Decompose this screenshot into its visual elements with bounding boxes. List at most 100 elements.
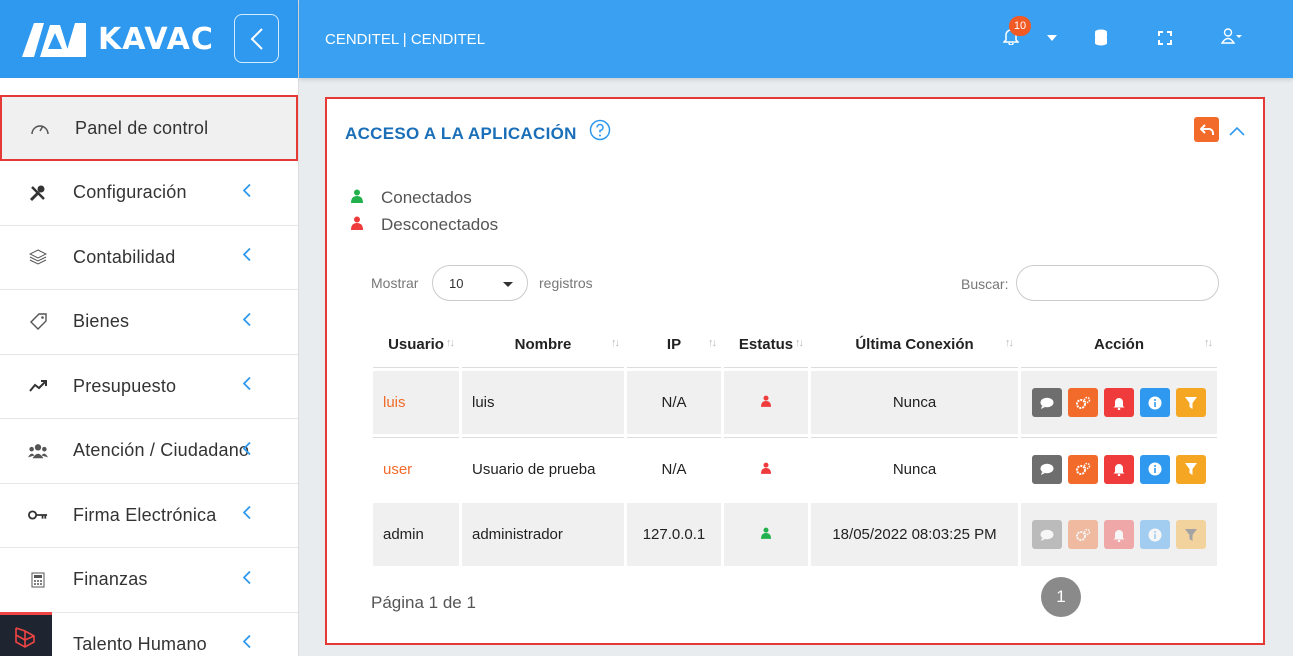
sort-icon: ↑↓ xyxy=(1204,337,1213,349)
user-menu-icon[interactable] xyxy=(1221,28,1245,44)
cell-usuario: admin xyxy=(373,503,459,566)
settings-button[interactable] xyxy=(1068,520,1098,549)
message-button[interactable] xyxy=(1032,454,1062,484)
column-header-usuario[interactable]: Usuario ↑↓ xyxy=(373,321,459,368)
cell-estatus xyxy=(724,371,808,434)
database-icon[interactable] xyxy=(1094,29,1108,47)
pagination-info: Página 1 de 1 xyxy=(371,593,476,612)
organization-title: CENDITEL | CENDITEL xyxy=(325,31,486,48)
sidebar-item-bienes[interactable]: Bienes xyxy=(0,290,298,355)
back-button[interactable] xyxy=(1194,117,1219,142)
kavac-logo-icon xyxy=(22,23,86,57)
column-label: IP xyxy=(666,335,682,353)
cell-nombre: luis xyxy=(462,371,624,434)
column-header-ip[interactable]: IP ↑↓ xyxy=(627,321,721,368)
fullscreen-icon[interactable] xyxy=(1158,31,1172,45)
sidebar-item-firma-electronica[interactable]: Firma Electrónica xyxy=(0,484,298,548)
sidebar-item-contabilidad[interactable]: Contabilidad xyxy=(0,226,298,290)
chevron-left-icon xyxy=(242,377,251,396)
chevron-left-icon xyxy=(242,441,251,460)
filter-button[interactable] xyxy=(1176,520,1206,549)
info-icon xyxy=(1148,528,1162,541)
pagination-page-button[interactable]: 1 xyxy=(1041,577,1081,617)
sidebar-item-label: Atención / Ciudadano xyxy=(73,440,250,461)
settings-button[interactable] xyxy=(1068,388,1098,417)
notify-button[interactable] xyxy=(1104,388,1134,417)
legend-disconnected-label: Desconectados xyxy=(381,215,499,234)
sidebar-item-label: Talento Humano xyxy=(73,633,207,654)
cell-estatus xyxy=(724,503,808,566)
search-input[interactable] xyxy=(1016,265,1219,301)
info-button[interactable] xyxy=(1140,454,1170,484)
settings-button[interactable] xyxy=(1068,454,1098,484)
chevron-left-icon xyxy=(242,635,251,654)
table-row: admin administrador 127.0.0.1 18/05/2022… xyxy=(373,503,1217,566)
sidebar-toggle-button[interactable] xyxy=(234,14,279,63)
users-icon xyxy=(28,441,48,461)
filter-button[interactable] xyxy=(1176,388,1206,417)
sort-icon: ↑↓ xyxy=(708,337,717,349)
sidebar-item-configuracion[interactable]: Configuración xyxy=(0,161,298,226)
sidebar-item-label: Contabilidad xyxy=(73,246,176,267)
access-card: ACCESO A LA APLICACIÓN Conectados Descon… xyxy=(325,97,1265,645)
cogs-icon xyxy=(1076,528,1091,541)
comment-icon xyxy=(1040,529,1054,541)
sidebar-item-finanzas[interactable]: Finanzas xyxy=(0,548,298,613)
tools-icon xyxy=(28,183,48,203)
records-label: registros xyxy=(539,275,593,291)
sidebar-item-label: Panel de control xyxy=(75,117,209,138)
info-icon xyxy=(1148,462,1162,476)
info-button[interactable] xyxy=(1140,520,1170,549)
cell-ultima-conexion: Nunca xyxy=(811,371,1018,434)
cell-accion xyxy=(1021,437,1217,500)
notify-button[interactable] xyxy=(1104,520,1134,549)
laravel-logo-icon xyxy=(0,612,52,656)
caret-down-icon xyxy=(503,282,513,287)
cogs-icon xyxy=(1076,462,1091,475)
table-header-row: Usuario ↑↓ Nombre ↑↓ IP ↑↓ Estatus ↑↓ Última… xyxy=(373,321,1217,368)
sidebar-item-label: Bienes xyxy=(73,311,130,332)
column-label: Acción xyxy=(1093,335,1144,353)
help-icon[interactable] xyxy=(589,119,611,146)
calculator-icon xyxy=(28,570,48,590)
cell-usuario: user xyxy=(373,437,459,500)
sidebar-item-atencion-ciudadano[interactable]: Atención / Ciudadano xyxy=(0,419,298,484)
user-offline-icon xyxy=(761,395,771,407)
column-header-ultima-conexion[interactable]: Última Conexión ↑↓ xyxy=(811,321,1018,368)
bell-icon xyxy=(1113,529,1125,542)
search-label: Buscar: xyxy=(961,276,1009,292)
column-label: Última Conexión xyxy=(855,335,974,353)
user-online-icon xyxy=(351,188,363,208)
column-header-nombre[interactable]: Nombre ↑↓ xyxy=(462,321,624,368)
cell-estatus xyxy=(724,437,808,500)
cell-nombre: administrador xyxy=(462,503,624,566)
cell-accion xyxy=(1021,503,1217,566)
cell-nombre: Usuario de prueba xyxy=(462,437,624,500)
caret-down-icon[interactable] xyxy=(1047,35,1057,41)
layers-icon xyxy=(28,247,48,267)
column-header-accion[interactable]: Acción ↑↓ xyxy=(1021,321,1217,368)
filter-icon xyxy=(1185,396,1197,409)
chevron-up-icon[interactable] xyxy=(1229,123,1245,141)
user-offline-icon xyxy=(351,215,363,235)
comment-icon xyxy=(1040,397,1054,409)
sidebar-item-presupuesto[interactable]: Presupuesto xyxy=(0,355,298,419)
message-button[interactable] xyxy=(1032,388,1062,417)
info-button[interactable] xyxy=(1140,388,1170,417)
page-size-select[interactable]: 10 xyxy=(432,265,528,301)
brand-logo[interactable]: KAVAC xyxy=(20,19,214,59)
column-label: Estatus xyxy=(738,335,794,353)
tag-icon xyxy=(28,312,48,332)
cell-ip: N/A xyxy=(627,437,721,500)
key-icon xyxy=(28,505,48,525)
cell-ip: N/A xyxy=(627,371,721,434)
filter-button[interactable] xyxy=(1176,454,1206,484)
sort-icon: ↑↓ xyxy=(1005,337,1014,349)
column-header-estatus[interactable]: Estatus ↑↓ xyxy=(724,321,808,368)
sidebar-item-label: Firma Electrónica xyxy=(73,504,217,525)
cell-ip: 127.0.0.1 xyxy=(627,503,721,566)
sidebar-item-label: Finanzas xyxy=(73,569,148,590)
message-button[interactable] xyxy=(1032,520,1062,549)
notify-button[interactable] xyxy=(1104,454,1134,484)
sidebar-item-panel-de-control[interactable]: Panel de control xyxy=(0,95,298,161)
